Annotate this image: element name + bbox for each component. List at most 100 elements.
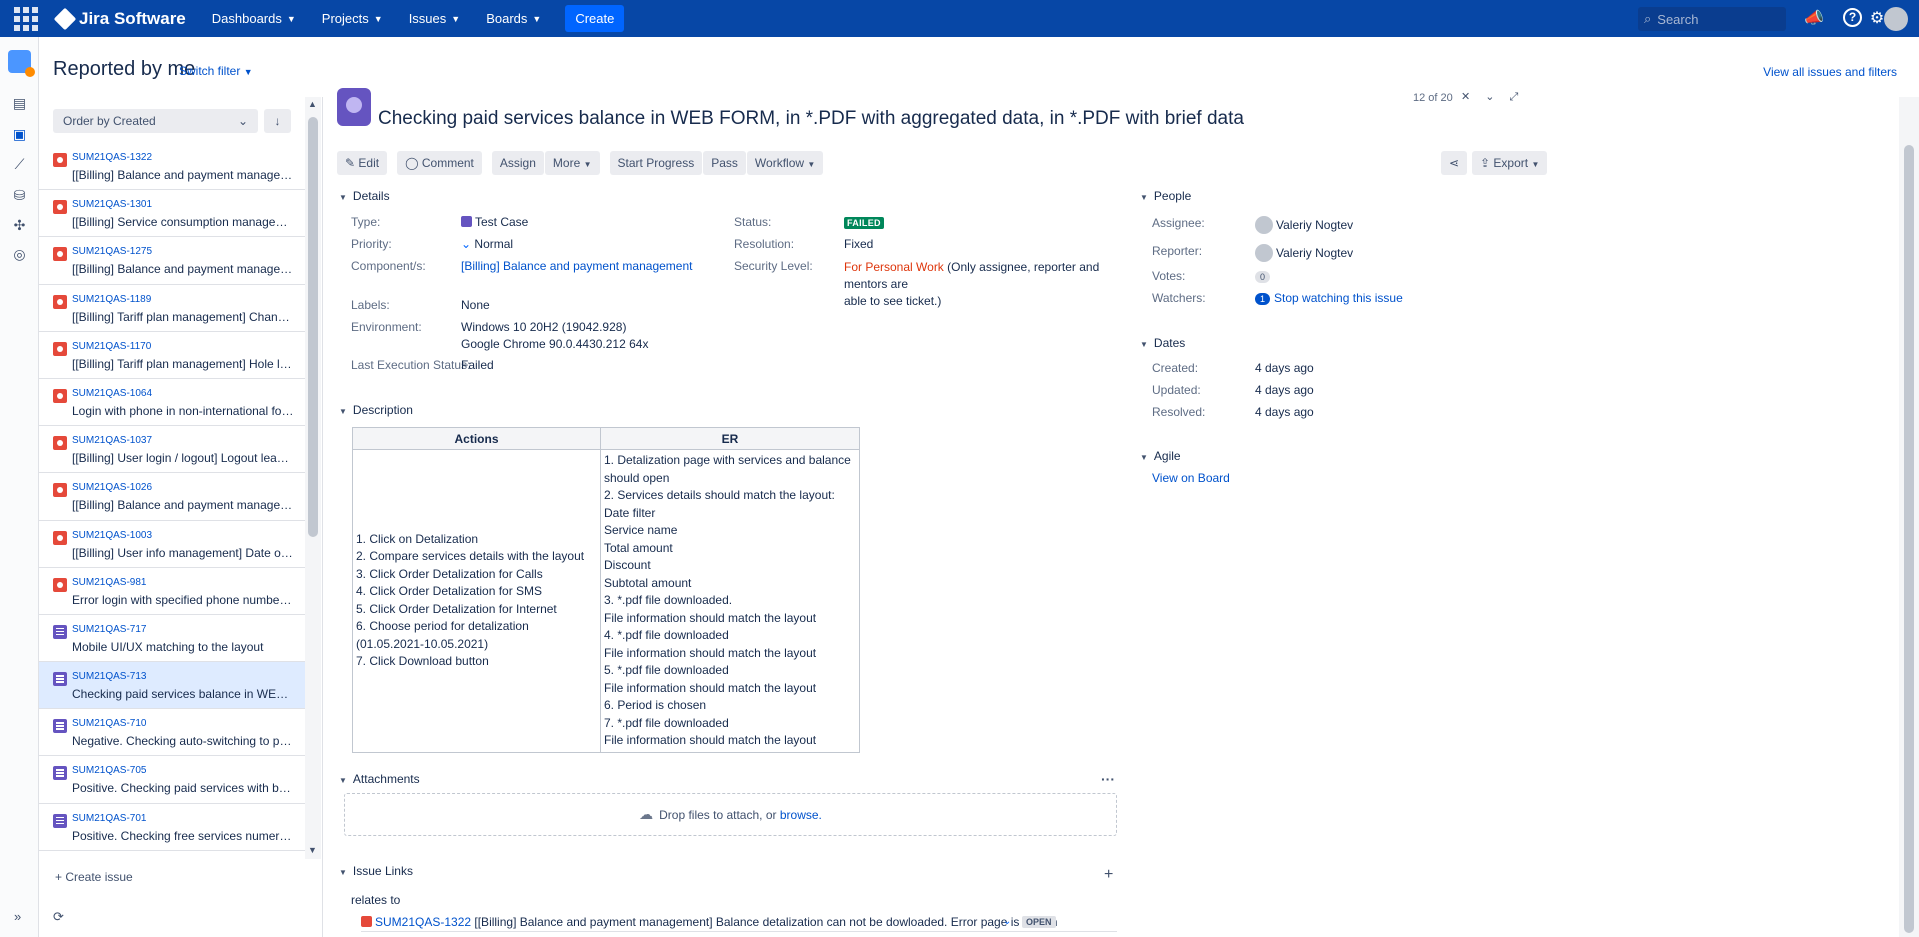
expand-icon[interactable]: ⤢ — [1509, 91, 1533, 103]
list-item[interactable]: SUM21QAS-1170 [[Billing] Tariff plan mana… — [39, 332, 305, 379]
action-step: 4. Click Order Detalization for SMS — [356, 584, 543, 599]
edit-button[interactable]: ✎ Edit — [337, 151, 388, 175]
reports-icon[interactable]: ⟋ — [12, 157, 27, 172]
user-avatar[interactable] — [1884, 7, 1908, 31]
actions-header: Actions — [352, 427, 601, 450]
agile-heading: Agile — [1153, 449, 1181, 463]
watchers-count: 1 — [1255, 293, 1271, 305]
security-note-2: able to see ticket.) — [844, 294, 942, 308]
close-icon[interactable]: ✕ — [1461, 91, 1485, 103]
list-scrollbar[interactable]: ▲ ▼ — [305, 97, 321, 859]
add-link-icon[interactable]: + — [1104, 866, 1113, 884]
edit-label: Edit — [358, 156, 380, 170]
expected-result-line: Total amount — [604, 540, 673, 555]
bug-icon — [53, 436, 67, 451]
list-item[interactable]: SUM21QAS-713 Checking paid services balan… — [39, 662, 305, 710]
list-item[interactable]: SUM21QAS-710 Negative. Checking auto-swit… — [39, 709, 305, 757]
list-item[interactable]: SUM21QAS-701 Positive. Checking free serv… — [39, 804, 305, 851]
list-item[interactable]: SUM21QAS-1301 [[Billing] Service consumpt… — [39, 190, 305, 238]
list-item[interactable]: SUM21QAS-705 Positive. Checking paid serv… — [39, 756, 305, 804]
list-item[interactable]: SUM21QAS-1037 [[Billing] User login / log… — [39, 426, 305, 474]
sort-direction-button[interactable]: ↓ — [264, 109, 291, 133]
agile-toggle[interactable]: ▼ Agile — [1140, 449, 1181, 463]
order-select[interactable]: Order by Created ⌄ — [53, 109, 258, 133]
resolution-label: Resolution: — [734, 237, 795, 251]
description-toggle[interactable]: ▼ Description — [339, 403, 413, 417]
priority-value: ⌄ Normal — [461, 237, 513, 251]
nav-dashboards[interactable]: Dashboards ▼ — [212, 11, 296, 26]
nav-boards[interactable]: Boards ▼ — [486, 11, 541, 26]
scroll-up-icon[interactable]: ▲ — [308, 99, 317, 109]
linked-issue-row[interactable]: SUM21QAS-1322 [[Billing] Balance and pay… — [361, 912, 1117, 932]
settings-icon[interactable]: ◎ — [12, 247, 27, 262]
stop-watching-link[interactable]: Stop watching this issue — [1274, 291, 1403, 305]
list-item[interactable]: SUM21QAS-1275 [[Billing] Balance and paym… — [39, 237, 305, 285]
list-item[interactable]: SUM21QAS-981 Error login with specified p… — [39, 568, 305, 615]
description-heading: Description — [352, 403, 413, 417]
test-case-icon — [53, 813, 67, 828]
share-button[interactable]: ⋖ — [1441, 151, 1467, 175]
project-avatar[interactable] — [8, 50, 35, 77]
assignee-value[interactable]: Valeriy Nogtev — [1255, 216, 1353, 234]
releases-icon[interactable]: ⛁ — [12, 188, 27, 203]
backlog-icon[interactable]: ▤ — [12, 96, 27, 111]
scroll-thumb[interactable] — [1904, 145, 1914, 933]
attachments-toggle[interactable]: ▼ Attachments — [339, 772, 420, 786]
attachment-dropzone[interactable]: ☁ Drop files to attach, or browse. — [344, 793, 1117, 836]
dates-toggle[interactable]: ▼ Dates — [1140, 336, 1185, 350]
people-toggle[interactable]: ▼ People — [1140, 189, 1191, 203]
browse-link[interactable]: browse. — [780, 808, 822, 822]
assign-button[interactable]: Assign — [491, 151, 544, 175]
refresh-icon[interactable]: ⟳ — [53, 909, 64, 925]
chevron-down-icon: ▼ — [1140, 340, 1148, 349]
votes-value[interactable]: 0 — [1255, 269, 1274, 283]
components-icon[interactable]: ✣ — [12, 218, 27, 233]
app-switcher-icon[interactable] — [13, 6, 39, 32]
linked-issue-status: OPEN — [1022, 915, 1056, 928]
expected-result-line: 5. *.pdf file downloaded — [604, 663, 729, 677]
actions-cell: 1. Click on Detalization 2. Compare servi… — [352, 449, 601, 753]
create-button[interactable]: Create — [565, 5, 625, 32]
reporter-value[interactable]: Valeriy Nogtev — [1255, 244, 1353, 262]
more-button[interactable]: More ▼ — [544, 151, 600, 175]
list-item[interactable]: SUM21QAS-1064 Login with phone in non-int… — [39, 379, 305, 427]
jira-logo[interactable]: Jira Software — [53, 7, 186, 30]
scroll-down-icon[interactable]: ▼ — [308, 845, 317, 855]
details-toggle[interactable]: ▼ Details — [339, 189, 390, 203]
switch-filter-button[interactable]: Switch filter ▼ — [179, 64, 253, 78]
start-progress-button[interactable]: Start Progress — [609, 151, 703, 175]
issue-summary: [[Billing] User login / logout] Logout l… — [72, 451, 294, 466]
nav-issues[interactable]: Issues ▼ — [409, 11, 461, 26]
view-all-issues-link[interactable]: View all issues and filters — [1763, 65, 1897, 79]
list-item[interactable]: SUM21QAS-717 Mobile UI/UX matching to the… — [39, 615, 305, 663]
list-item[interactable]: SUM21QAS-1189 [[Billing] Tariff plan mana… — [39, 285, 305, 332]
view-on-board-link[interactable]: View on Board — [1152, 471, 1230, 485]
list-item[interactable]: SUM21QAS-1026 [[Billing] Balance and paym… — [39, 473, 305, 521]
export-button[interactable]: ⇪ Export ▼ — [1472, 151, 1548, 175]
chevron-down-icon[interactable]: ⌄ — [1485, 91, 1509, 103]
expected-result-line: Discount — [604, 558, 651, 572]
linked-issue-key[interactable]: SUM21QAS-1322 — [375, 915, 471, 929]
search-input[interactable]: ⌕ Search — [1638, 7, 1786, 31]
pass-button[interactable]: Pass — [703, 151, 746, 175]
components-link[interactable]: [Billing] Balance and payment management — [461, 259, 692, 273]
list-item[interactable]: SUM21QAS-1322 [[Billing] Balance and paym… — [39, 143, 305, 191]
issue-links-toggle[interactable]: ▼ Issue Links — [339, 864, 413, 878]
nav-label: Projects — [321, 11, 369, 26]
scroll-thumb[interactable] — [308, 117, 318, 537]
main-scrollbar[interactable] — [1899, 97, 1919, 937]
comment-button[interactable]: ◯ Comment — [397, 151, 482, 175]
security-label: Security Level: — [734, 259, 813, 273]
workflow-button[interactable]: Workflow ▼ — [746, 151, 824, 175]
chevron-down-icon: ▼ — [339, 776, 347, 785]
pane-splitter[interactable] — [322, 97, 323, 937]
issues-icon[interactable]: ▣ — [12, 127, 27, 142]
create-issue-button[interactable]: + Create issue — [55, 870, 133, 884]
expand-sidebar-icon[interactable]: » — [14, 909, 21, 924]
list-item[interactable]: SUM21QAS-1003 [[Billing] User info manage… — [39, 521, 305, 568]
megaphone-icon[interactable]: 📣 — [1803, 8, 1825, 30]
help-icon[interactable]: ? — [1843, 8, 1862, 27]
more-options-icon[interactable]: ··· — [1101, 771, 1115, 787]
issue-toolbar: ✎ Edit ◯ Comment Assign More ▼ Start Pro… — [337, 151, 829, 175]
nav-projects[interactable]: Projects ▼ — [322, 11, 383, 26]
